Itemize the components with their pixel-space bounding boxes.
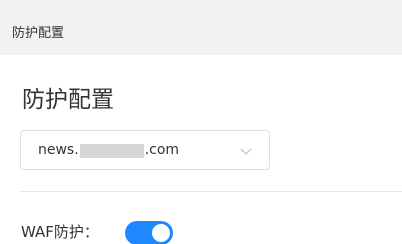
waf-label: WAF防护：: [21, 223, 99, 241]
waf-toggle[interactable]: [125, 221, 173, 244]
main-content: 防护配置 news. .com WAF防护：: [0, 55, 402, 244]
page: 防护配置 防护配置 news. .com WAF防护：: [0, 0, 402, 244]
domain-value-suffix: .com: [144, 142, 180, 158]
domain-value-prefix: news.: [38, 142, 79, 158]
redacted-text: [79, 143, 144, 158]
divider: [20, 191, 402, 192]
breadcrumb: 防护配置: [12, 26, 65, 41]
page-title: 防护配置: [22, 87, 114, 113]
domain-select-value: news. .com: [38, 142, 179, 159]
breadcrumb-bar: 防护配置: [0, 0, 402, 55]
domain-select[interactable]: news. .com: [20, 130, 270, 170]
chevron-down-icon: [239, 143, 253, 157]
toggle-knob: [152, 224, 170, 242]
